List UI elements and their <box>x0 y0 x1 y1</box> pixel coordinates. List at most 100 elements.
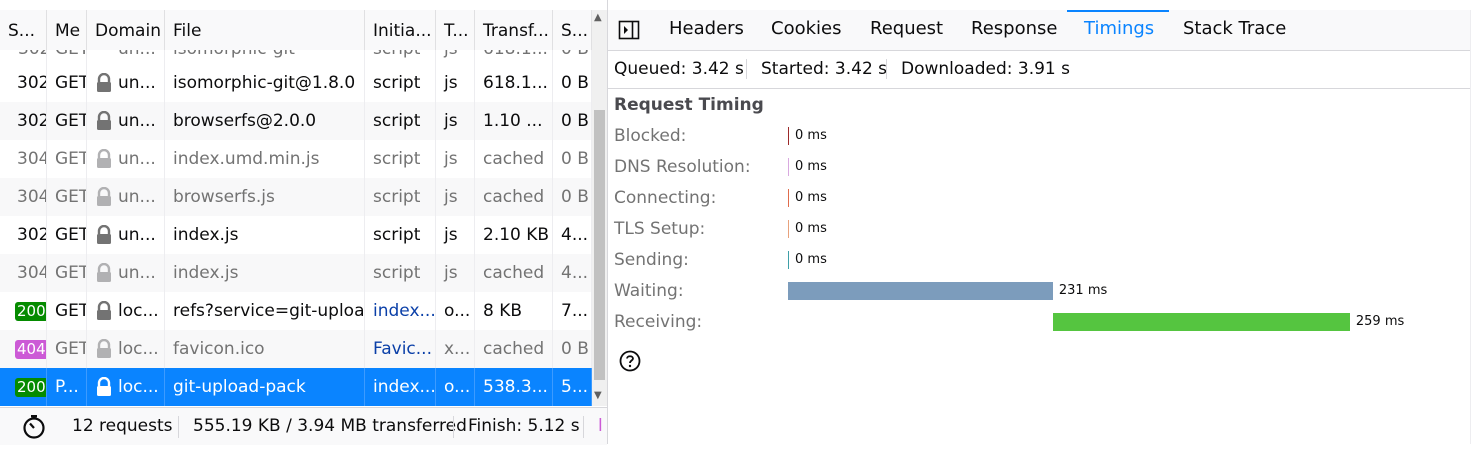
status-code: 302 <box>17 225 47 245</box>
transferred-text: 1.10 ... <box>483 111 543 131</box>
details-tabbar: Headers Cookies Request Response Timings… <box>608 10 1477 51</box>
size-cell: 4... <box>553 216 592 254</box>
status-cell: 304 <box>0 254 47 292</box>
timing-bar <box>1052 313 1350 331</box>
file-cell: index.js <box>165 216 365 254</box>
transferred-text: 618.1... <box>483 73 548 93</box>
divider <box>886 59 887 79</box>
file-cell: git-upload-pack <box>165 368 365 406</box>
help-icon[interactable] <box>619 350 641 372</box>
method-text: GET <box>55 263 87 283</box>
details-scrollbar[interactable] <box>1470 10 1477 444</box>
table-row[interactable]: 200 P... loc... git-upload-pack index... o...… <box>0 368 592 406</box>
tab-cookies[interactable]: Cookies <box>771 10 841 50</box>
column-initiator[interactable]: Initia... <box>365 10 436 50</box>
table-row[interactable]: 304 GET un... index.js script js cached 4... <box>0 254 592 292</box>
scroll-up-icon[interactable]: ▲ <box>594 12 602 23</box>
column-method[interactable]: Me <box>47 10 87 50</box>
type-text: js <box>444 187 458 207</box>
domain-cell: loc... <box>87 330 165 368</box>
file-cell: isomorphic-git <box>165 50 365 64</box>
status-cell: 200 <box>0 368 47 406</box>
lock-icon <box>95 377 118 397</box>
status-code: 304 <box>17 149 47 169</box>
method-text: GET <box>55 187 87 207</box>
status-cell: 302 <box>0 64 47 102</box>
size-text: 0 B <box>561 187 589 207</box>
scrollbar-thumb[interactable] <box>594 110 605 380</box>
type-cell: js <box>436 254 475 292</box>
stopwatch-icon[interactable] <box>22 414 46 439</box>
table-row[interactable]: 200 GET loc... refs?service=git-upload-pack… <box>0 292 592 330</box>
queued-time: Queued: 3.42 s <box>614 59 744 79</box>
lock-icon <box>95 301 118 321</box>
tab-request[interactable]: Request <box>870 10 943 50</box>
tab-stack-trace[interactable]: Stack Trace <box>1183 10 1286 50</box>
type-text: o... <box>444 301 471 321</box>
size-text: 4... <box>561 225 589 245</box>
column-file[interactable]: File <box>165 10 365 50</box>
initiator-cell: Favic... <box>365 330 436 368</box>
method-cell: GET <box>47 292 87 330</box>
domain-text: un... <box>118 187 156 207</box>
domain-cell: loc... <box>87 292 165 330</box>
transferred-cell: 618.1... <box>475 64 553 102</box>
initiator-cell: script <box>365 102 436 140</box>
table-row[interactable]: 304 GET un... browserfs.js script js cached 0 B <box>0 178 592 216</box>
size-cell: 7... <box>553 292 592 330</box>
divider <box>453 416 454 438</box>
timing-summary: Queued: 3.42 s Started: 3.42 s Downloade… <box>608 51 1477 89</box>
type-text: js <box>444 263 458 283</box>
transferred-text: cached <box>483 339 545 359</box>
table-row[interactable]: 302 GET un... index.js script js 2.10 KB 4... <box>0 216 592 254</box>
type-cell: js <box>436 50 475 64</box>
file-cell: favicon.ico <box>165 330 365 368</box>
network-panel: S... Me Domain File Initia... T... Trans… <box>0 0 608 445</box>
table-row[interactable]: 302 GET un... isomorphic-git script js 6… <box>0 50 592 64</box>
file-text: index.js <box>173 225 239 245</box>
toggle-sidebar-icon[interactable] <box>618 17 640 40</box>
tab-headers[interactable]: Headers <box>669 10 744 50</box>
column-transferred[interactable]: Transf... <box>475 10 553 50</box>
scroll-down-icon[interactable]: ▼ <box>594 390 602 401</box>
file-text: isomorphic-git@1.8.0 <box>173 73 356 93</box>
timing-bar <box>788 251 789 269</box>
domain-cell: loc... <box>87 368 165 406</box>
finish-time: Finish: 5.12 s <box>468 416 580 436</box>
type-cell: js <box>436 140 475 178</box>
tab-response[interactable]: Response <box>971 10 1057 50</box>
column-status[interactable]: S... <box>0 10 47 50</box>
domain-text: un... <box>118 73 156 93</box>
method-cell: GET <box>47 102 87 140</box>
status-code: 302 <box>17 111 47 131</box>
transferred-cell: 618.1... <box>475 50 553 64</box>
timing-label: Sending: <box>614 250 689 270</box>
file-text: index.umd.min.js <box>173 149 320 169</box>
table-row[interactable]: 304 GET un... index.umd.min.js script js cache… <box>0 140 592 178</box>
domain-cell: un... <box>87 102 165 140</box>
table-row[interactable]: 302 GET un... browserfs@2.0.0 script js 1.10 .… <box>0 102 592 140</box>
transferred-text: cached <box>483 149 545 169</box>
transferred-cell: 2.10 KB <box>475 216 553 254</box>
transferred-cell: 538.3... <box>475 368 553 406</box>
load-time-clipped: l <box>598 416 603 436</box>
column-domain[interactable]: Domain <box>87 10 165 50</box>
column-type[interactable]: T... <box>436 10 475 50</box>
type-text: js <box>444 111 458 131</box>
domain-cell: un... <box>87 50 165 64</box>
file-cell: index.js <box>165 254 365 292</box>
timing-bar <box>788 158 789 176</box>
tab-timings[interactable]: Timings <box>1084 10 1154 50</box>
size-text: 0 B <box>561 111 589 131</box>
request-list-scrollbar[interactable]: ▲ ▼ <box>592 10 607 406</box>
lock-icon <box>95 111 118 131</box>
column-size[interactable]: S... <box>553 10 592 50</box>
table-row[interactable]: 302 GET un... isomorphic-git@1.8.0 script js 6… <box>0 64 592 102</box>
method-cell: P... <box>47 368 87 406</box>
request-count: 12 requests <box>72 416 173 436</box>
type-cell: x... <box>436 330 475 368</box>
timing-bar <box>788 189 789 207</box>
size-text: 0 B <box>561 149 589 169</box>
transferred-cell: cached <box>475 178 553 216</box>
table-row[interactable]: 404 GET loc... favicon.ico Favic... x... cache… <box>0 330 592 368</box>
